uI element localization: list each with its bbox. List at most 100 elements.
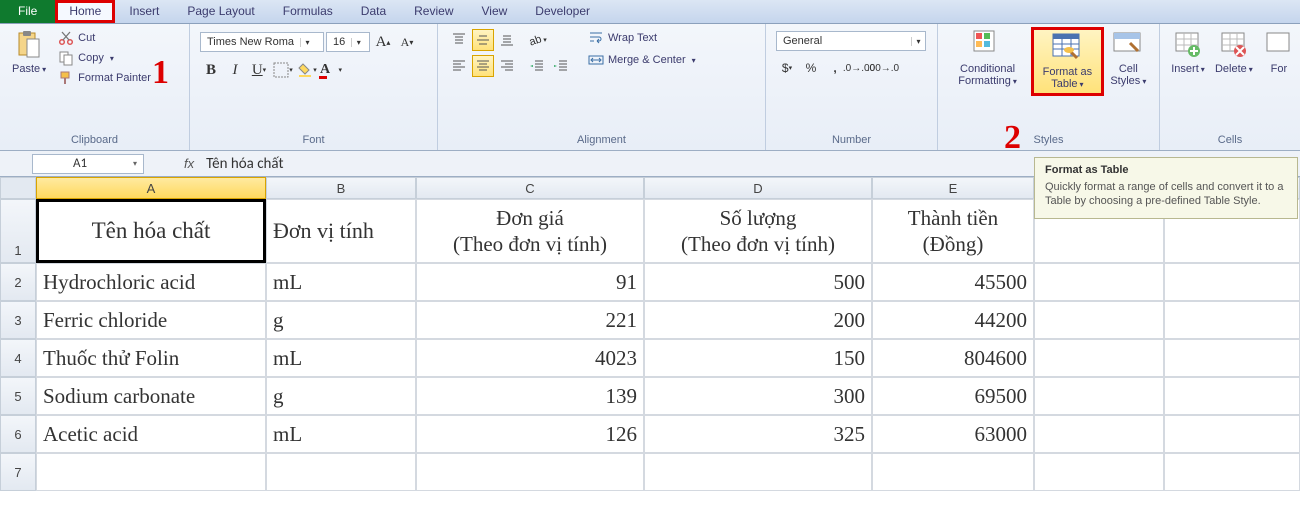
row-header-1[interactable]: 1 bbox=[0, 199, 36, 263]
cell-b1[interactable]: Đơn vị tính bbox=[266, 199, 416, 263]
grow-font-button[interactable]: A▴ bbox=[372, 31, 394, 53]
cell-d4[interactable]: 150 bbox=[644, 339, 872, 377]
cell-e5[interactable]: 69500 bbox=[872, 377, 1034, 415]
font-color-button[interactable]: A▾ bbox=[320, 59, 342, 81]
indent-increase-button[interactable] bbox=[550, 55, 572, 77]
italic-button[interactable]: I bbox=[224, 59, 246, 81]
cell-a2[interactable]: Hydrochloric acid bbox=[36, 263, 266, 301]
name-box-dropdown-icon[interactable]: ▾ bbox=[127, 159, 143, 168]
cut-button[interactable]: Cut bbox=[56, 29, 153, 47]
tab-insert[interactable]: Insert bbox=[115, 0, 173, 23]
row-header-2[interactable]: 2 bbox=[0, 263, 36, 301]
cell-e4[interactable]: 804600 bbox=[872, 339, 1034, 377]
indent-decrease-button[interactable] bbox=[526, 55, 548, 77]
align-center-button[interactable] bbox=[472, 55, 494, 77]
tab-review[interactable]: Review bbox=[400, 0, 467, 23]
cell-a6[interactable]: Acetic acid bbox=[36, 415, 266, 453]
cell-a1[interactable]: Tên hóa chất bbox=[36, 199, 266, 263]
cell-f5[interactable] bbox=[1034, 377, 1164, 415]
cell-f6[interactable] bbox=[1034, 415, 1164, 453]
cell-c4[interactable]: 4023 bbox=[416, 339, 644, 377]
spreadsheet-grid[interactable]: A B C D E 1 Tên hóa chất Đơn vị tính Đơn… bbox=[0, 177, 1300, 491]
cell-b6[interactable]: mL bbox=[266, 415, 416, 453]
cell-d1[interactable]: Số lượng (Theo đơn vị tính) bbox=[644, 199, 872, 263]
decrease-decimal-button[interactable]: .00→.0 bbox=[872, 57, 894, 79]
cell-g7[interactable] bbox=[1164, 453, 1300, 491]
row-header-6[interactable]: 6 bbox=[0, 415, 36, 453]
cell-e1[interactable]: Thành tiền (Đồng) bbox=[872, 199, 1034, 263]
cell-e7[interactable] bbox=[872, 453, 1034, 491]
formula-input[interactable]: Tên hóa chất bbox=[200, 155, 283, 173]
format-painter-button[interactable]: Format Painter bbox=[56, 69, 153, 87]
cell-c5[interactable]: 139 bbox=[416, 377, 644, 415]
tab-page-layout[interactable]: Page Layout bbox=[173, 0, 268, 23]
row-header-5[interactable]: 5 bbox=[0, 377, 36, 415]
cell-g2[interactable] bbox=[1164, 263, 1300, 301]
cell-c3[interactable]: 221 bbox=[416, 301, 644, 339]
select-all-corner[interactable] bbox=[0, 177, 36, 199]
font-name-combo[interactable]: Times New Roma▾ bbox=[200, 32, 324, 52]
align-bottom-button[interactable] bbox=[496, 29, 518, 51]
insert-cells-button[interactable]: Insert bbox=[1166, 27, 1210, 78]
cell-d6[interactable]: 325 bbox=[644, 415, 872, 453]
tab-home[interactable]: Home bbox=[55, 0, 115, 23]
cell-a7[interactable] bbox=[36, 453, 266, 491]
cell-c2[interactable]: 91 bbox=[416, 263, 644, 301]
cell-e3[interactable]: 44200 bbox=[872, 301, 1034, 339]
cell-a5[interactable]: Sodium carbonate bbox=[36, 377, 266, 415]
cell-f2[interactable] bbox=[1034, 263, 1164, 301]
cell-g5[interactable] bbox=[1164, 377, 1300, 415]
col-header-b[interactable]: B bbox=[266, 177, 416, 199]
cell-c6[interactable]: 126 bbox=[416, 415, 644, 453]
cell-e6[interactable]: 63000 bbox=[872, 415, 1034, 453]
format-as-table-button[interactable]: Format as Table bbox=[1031, 27, 1104, 96]
tab-file[interactable]: File bbox=[0, 0, 55, 23]
fill-color-button[interactable]: ▾ bbox=[296, 59, 318, 81]
format-cells-button[interactable]: For bbox=[1258, 27, 1294, 77]
name-box[interactable]: A1 ▾ bbox=[32, 154, 144, 174]
col-header-d[interactable]: D bbox=[644, 177, 872, 199]
orientation-button[interactable]: ab▾ bbox=[526, 29, 548, 51]
shrink-font-button[interactable]: A▾ bbox=[396, 31, 418, 53]
cell-b5[interactable]: g bbox=[266, 377, 416, 415]
tab-developer[interactable]: Developer bbox=[521, 0, 604, 23]
merge-center-button[interactable]: Merge & Center▾ bbox=[586, 51, 698, 69]
underline-button[interactable]: U▾ bbox=[248, 59, 270, 81]
cell-d3[interactable]: 200 bbox=[644, 301, 872, 339]
align-top-button[interactable] bbox=[448, 29, 470, 51]
cell-g6[interactable] bbox=[1164, 415, 1300, 453]
cell-a3[interactable]: Ferric chloride bbox=[36, 301, 266, 339]
cell-f4[interactable] bbox=[1034, 339, 1164, 377]
cell-f7[interactable] bbox=[1034, 453, 1164, 491]
cell-d7[interactable] bbox=[644, 453, 872, 491]
align-middle-button[interactable] bbox=[472, 29, 494, 51]
cell-styles-button[interactable]: Cell Styles bbox=[1104, 27, 1153, 90]
tab-data[interactable]: Data bbox=[347, 0, 400, 23]
copy-button[interactable]: Copy▾ bbox=[56, 49, 153, 67]
align-left-button[interactable] bbox=[448, 55, 470, 77]
percent-button[interactable]: % bbox=[800, 57, 822, 79]
tab-formulas[interactable]: Formulas bbox=[269, 0, 347, 23]
cell-e2[interactable]: 45500 bbox=[872, 263, 1034, 301]
number-format-combo[interactable]: General▾ bbox=[776, 31, 926, 51]
cell-d2[interactable]: 500 bbox=[644, 263, 872, 301]
col-header-a[interactable]: A bbox=[36, 177, 266, 199]
wrap-text-button[interactable]: Wrap Text bbox=[586, 29, 698, 47]
delete-cells-button[interactable]: Delete bbox=[1210, 27, 1258, 78]
fx-icon[interactable]: fx bbox=[184, 156, 194, 171]
currency-button[interactable]: $▾ bbox=[776, 57, 798, 79]
row-header-4[interactable]: 4 bbox=[0, 339, 36, 377]
cell-c7[interactable] bbox=[416, 453, 644, 491]
row-header-7[interactable]: 7 bbox=[0, 453, 36, 491]
align-right-button[interactable] bbox=[496, 55, 518, 77]
font-size-combo[interactable]: 16▾ bbox=[326, 32, 370, 52]
cell-c1[interactable]: Đơn giá (Theo đơn vị tính) bbox=[416, 199, 644, 263]
conditional-formatting-button[interactable]: Conditional Formatting bbox=[944, 27, 1031, 90]
cell-b4[interactable]: mL bbox=[266, 339, 416, 377]
cell-b7[interactable] bbox=[266, 453, 416, 491]
cell-b3[interactable]: g bbox=[266, 301, 416, 339]
cell-f3[interactable] bbox=[1034, 301, 1164, 339]
cell-d5[interactable]: 300 bbox=[644, 377, 872, 415]
border-button[interactable]: ▾ bbox=[272, 59, 294, 81]
col-header-c[interactable]: C bbox=[416, 177, 644, 199]
